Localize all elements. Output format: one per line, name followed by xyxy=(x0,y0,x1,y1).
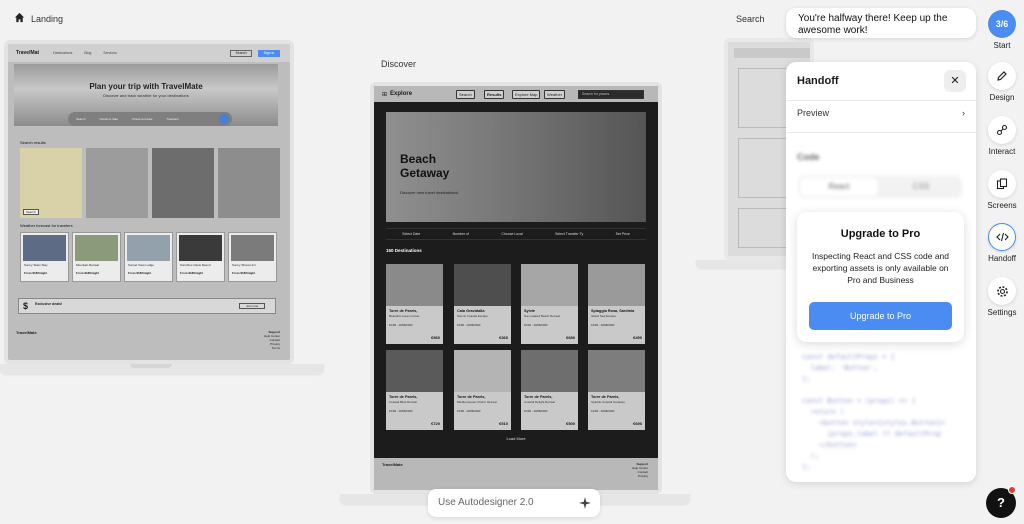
landing-nav-link: Services xyxy=(103,51,117,55)
discover-hero-title: Beach Getaway xyxy=(400,152,450,180)
grid-icon: ⊞ xyxy=(382,91,388,98)
landing-map-image: Search xyxy=(20,148,82,218)
weather-card: Sunset View Lodge From $180/night xyxy=(124,232,173,282)
progress-toast: You're halfway there! Keep up the awesom… xyxy=(786,8,976,38)
sparkle-icon xyxy=(579,497,591,509)
toolbar-handoff[interactable]: Handoff xyxy=(988,223,1016,263)
discover-footer: TravelMate Support Help Center Contact P… xyxy=(374,458,658,490)
step-label: Start xyxy=(993,41,1011,50)
search-screen-label[interactable]: Search xyxy=(736,14,765,24)
handoff-title: Handoff xyxy=(797,75,839,87)
chevron-right-icon: › xyxy=(962,108,965,118)
dollar-icon: $ xyxy=(23,301,29,311)
landing-search-field: Travelers xyxy=(166,117,179,121)
code-tab-switch: React CSS xyxy=(798,176,962,198)
landing-banner-button: Join now xyxy=(239,303,265,309)
tab-css: CSS xyxy=(912,182,930,191)
destination-card: Cala Gravidalla Scenic Coastal Escape 10/0… xyxy=(454,264,511,344)
toolbar-interact[interactable]: Interact xyxy=(988,116,1016,156)
toolbar-design[interactable]: Design xyxy=(988,62,1016,102)
landing-search-field: Check-out date xyxy=(132,117,153,121)
landing-photo xyxy=(86,148,148,218)
upgrade-description: Inspecting React and CSS code and export… xyxy=(811,251,950,285)
destination-card: Torre de Parels, Coastal Delight Retreat 1… xyxy=(521,350,578,430)
landing-hero-subtitle: Discover and track weather for your dest… xyxy=(103,93,189,98)
code-snippet: const defaultProps = { label: 'Button', … xyxy=(802,353,946,471)
landing-map-search-button: Search xyxy=(23,209,39,215)
landing-brand: TravelMat xyxy=(16,50,40,56)
landing-nav-link: Destinations xyxy=(53,51,73,55)
pencil-icon xyxy=(997,71,1007,81)
upgrade-title: Upgrade to Pro xyxy=(840,228,921,240)
screens-icon xyxy=(996,178,1008,190)
landing-nav: TravelMat Destinations Blog Services Sea… xyxy=(8,44,290,62)
notification-dot xyxy=(1008,486,1016,494)
search-laptop-base xyxy=(696,260,796,268)
discover-filters: Select Date Number of Choose Local Selec… xyxy=(386,228,646,240)
landing-weather-label: Weather forecast for travelers xyxy=(20,223,73,228)
discover-screen-label[interactable]: Discover xyxy=(381,59,416,69)
preview-row[interactable]: Preview › xyxy=(797,108,965,118)
upgrade-button[interactable]: Upgrade to Pro xyxy=(809,302,952,330)
discover-nav-pill: Results xyxy=(484,90,505,99)
tab-react: React xyxy=(800,178,878,196)
discover-count: 150 Destinations xyxy=(386,248,422,253)
destination-card: Spiaggia Rosa, Sardinia Island Sea Escape… xyxy=(588,264,645,344)
landing-hero-title: Plan your trip with TravelMate xyxy=(89,82,203,91)
landing-search-results-label: Search results xyxy=(20,140,46,145)
close-icon[interactable]: ✕ xyxy=(944,70,966,92)
autodesigner-button[interactable]: Use Autodesigner 2.0 xyxy=(428,489,600,517)
discover-hero: Beach Getaway Discover new travel destina… xyxy=(386,112,646,222)
landing-photo xyxy=(152,148,214,218)
landing-photo xyxy=(218,148,280,218)
landing-search-bar: Search Check-in date Check-out date Trav… xyxy=(68,112,232,126)
discover-screen[interactable]: ⊞ Explore Search Results Explore Map Wea… xyxy=(370,82,662,494)
discover-nav-pill: Search xyxy=(456,90,475,99)
toolbar-screens[interactable]: Screens xyxy=(987,170,1017,210)
landing-footer: TravelMate Support Help Center Contact P… xyxy=(8,326,290,360)
toolbar-settings[interactable]: Settings xyxy=(988,277,1016,317)
weather-card: Sunny Shores Inn From $180/night xyxy=(228,232,277,282)
landing-search-field: Check-in date xyxy=(99,117,119,121)
destination-card: Sylvie Sun-soaked Beach Retreat 10/06 - 10… xyxy=(521,264,578,344)
landing-nav-search: Search xyxy=(230,50,252,57)
destination-card: Torre de Parels, Sparkle Coastal Getaway 1… xyxy=(588,350,645,430)
landing-nav-link: Blog xyxy=(84,51,92,55)
landing-nav-login: Sign in xyxy=(258,50,280,57)
landing-screen-label[interactable]: Landing xyxy=(31,14,63,24)
discover-nav-pill: Weather xyxy=(544,90,566,99)
weather-card: Sunny Skies Stay From $180/night xyxy=(20,232,69,282)
link-icon xyxy=(996,124,1008,136)
discover-nav-search: Search for places xyxy=(578,90,644,99)
upgrade-card: Upgrade to Pro Inspecting React and CSS … xyxy=(797,212,964,342)
landing-search-field: Search xyxy=(76,117,86,121)
gear-icon xyxy=(996,285,1008,297)
destination-card: Torre de Parels, Beautiful ocean retreat 1… xyxy=(386,264,443,344)
step-progress-badge[interactable]: 3/6 xyxy=(988,10,1016,38)
discover-load-more: Load More xyxy=(506,436,526,441)
discover-nav: ⊞ Explore Search Results Explore Map Wea… xyxy=(374,86,658,102)
weather-card: Mountain Retreat From $180/night xyxy=(72,232,121,282)
discover-hero-subtitle: Discover new travel destinations! xyxy=(400,190,459,195)
destination-card: Torre de Parels, Coastal Bliss Retreat 10/… xyxy=(386,350,443,430)
discover-nav-pill: Explore Map xyxy=(512,90,541,99)
weather-card: Sunshine Oasis Resort From $180/night xyxy=(176,232,225,282)
landing-screen[interactable]: TravelMat Destinations Blog Services Sea… xyxy=(4,40,294,364)
destination-card: Torre de Parels, Mediterranean Charm Retr… xyxy=(454,350,511,430)
discover-brand: Explore xyxy=(390,91,413,97)
home-icon[interactable] xyxy=(14,12,25,23)
landing-deals-banner: $ Exclusive deals! Join now xyxy=(18,298,276,314)
landing-laptop-notch xyxy=(130,364,172,368)
landing-search-go-icon xyxy=(219,114,229,124)
code-icon xyxy=(995,232,1009,242)
